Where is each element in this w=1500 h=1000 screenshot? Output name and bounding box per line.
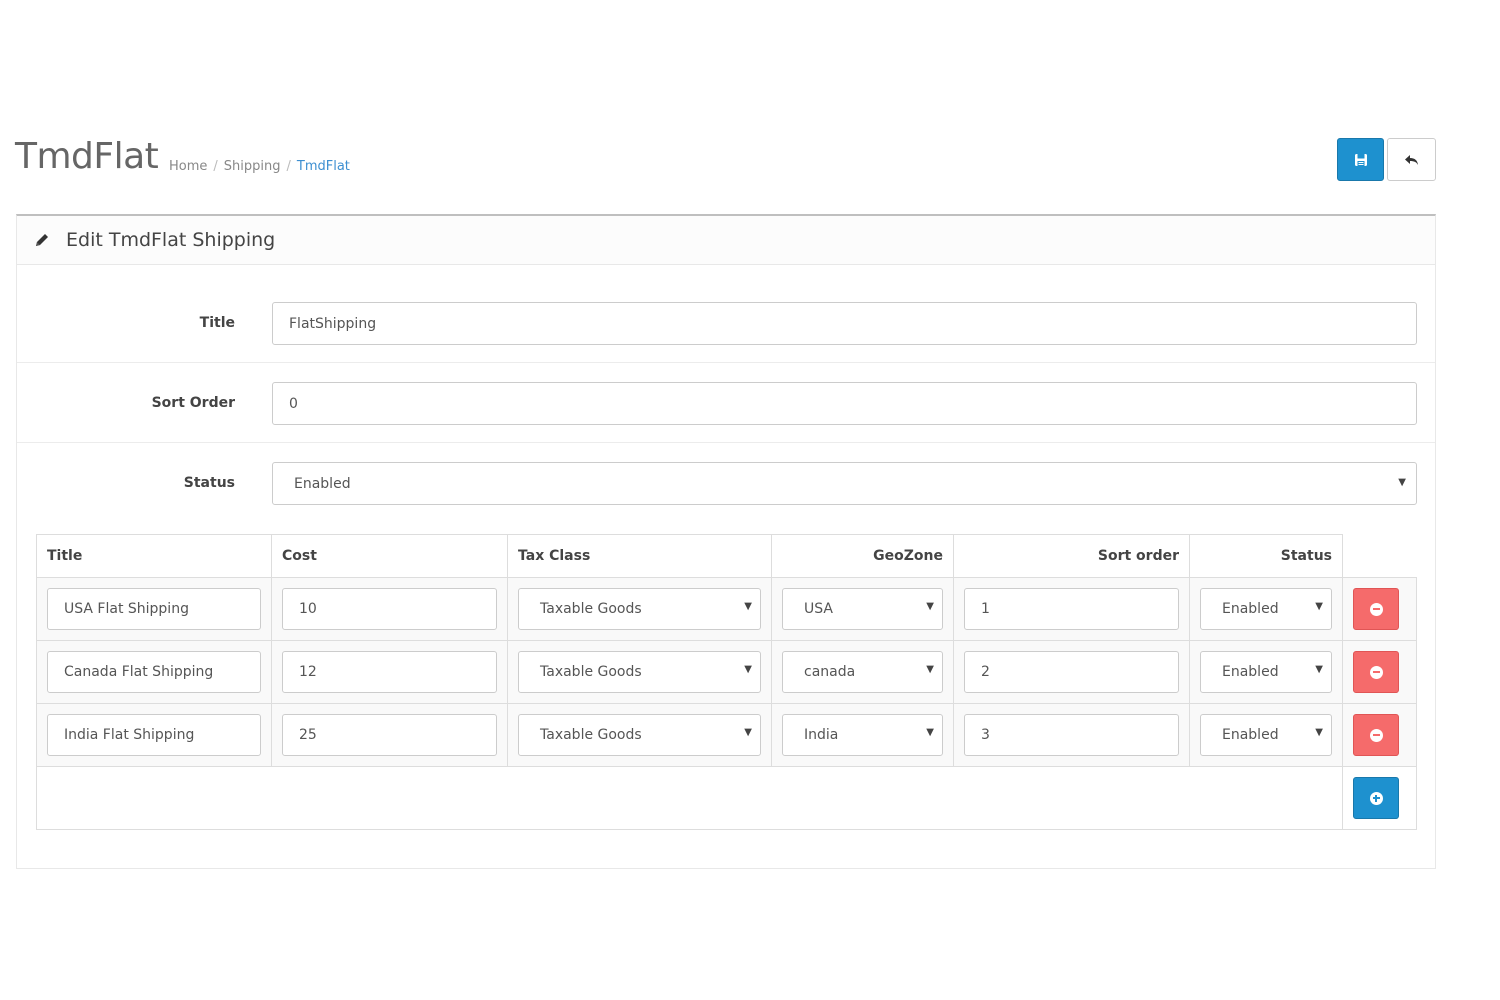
edit-panel: Edit TmdFlat Shipping Title FlatShipping… [16, 214, 1436, 869]
chevron-down-icon: ▼ [1315, 664, 1323, 675]
table-row: India Flat Shipping 25 Taxable Goods ▼ In… [36, 703, 1417, 767]
rate-status-value: Enabled [1222, 664, 1279, 680]
rate-cost-value: 25 [299, 727, 317, 743]
geozone-select[interactable]: USA ▼ [782, 588, 943, 630]
remove-row-button[interactable] [1353, 714, 1399, 756]
rate-status-select[interactable]: Enabled ▼ [1200, 588, 1332, 630]
breadcrumb-separator: / [213, 159, 218, 174]
breadcrumb: Home / Shipping / TmdFlat [169, 159, 350, 174]
rate-sort-order-value: 1 [981, 601, 990, 617]
sort-order-form-group: Sort Order 0 [17, 363, 1435, 443]
column-header-action [1342, 534, 1417, 578]
tax-class-select[interactable]: Taxable Goods ▼ [518, 588, 761, 630]
back-button[interactable] [1387, 138, 1436, 181]
chevron-down-icon: ▼ [1398, 477, 1406, 488]
shipping-rates-table: Title Cost Tax Class GeoZone Sort order … [36, 534, 1417, 830]
chevron-down-icon: ▼ [744, 664, 752, 675]
remove-row-button[interactable] [1353, 651, 1399, 693]
rate-title-value: India Flat Shipping [64, 727, 195, 743]
rate-title-value: Canada Flat Shipping [64, 664, 214, 680]
geozone-select[interactable]: canada ▼ [782, 651, 943, 693]
column-header-sort-order: Sort order [953, 534, 1190, 578]
rate-title-input[interactable]: Canada Flat Shipping [47, 651, 261, 693]
reply-arrow-icon [1404, 154, 1418, 165]
remove-row-button[interactable] [1353, 588, 1399, 630]
chevron-down-icon: ▼ [1315, 601, 1323, 612]
rate-status-select[interactable]: Enabled ▼ [1200, 651, 1332, 693]
status-select-value: Enabled [294, 475, 351, 492]
sort-order-input-value: 0 [289, 395, 298, 412]
table-header-row: Title Cost Tax Class GeoZone Sort order … [36, 534, 1417, 578]
rate-sort-order-input[interactable]: 1 [964, 588, 1179, 630]
rate-status-value: Enabled [1222, 727, 1279, 743]
rate-cost-input[interactable]: 10 [282, 588, 497, 630]
status-form-group: Status Enabled ▼ [17, 443, 1435, 523]
column-header-status: Status [1189, 534, 1343, 578]
minus-circle-icon [1369, 728, 1383, 742]
status-label: Status [183, 475, 235, 491]
tax-class-select[interactable]: Taxable Goods ▼ [518, 651, 761, 693]
rate-title-value: USA Flat Shipping [64, 601, 189, 617]
chevron-down-icon: ▼ [1315, 727, 1323, 738]
breadcrumb-separator: / [286, 159, 291, 174]
floppy-disk-icon [1354, 153, 1367, 166]
tax-class-select[interactable]: Taxable Goods ▼ [518, 714, 761, 756]
title-form-group: Title FlatShipping [17, 265, 1435, 363]
save-button[interactable] [1337, 138, 1384, 181]
rate-cost-value: 12 [299, 664, 317, 680]
rate-status-value: Enabled [1222, 601, 1279, 617]
title-input[interactable]: FlatShipping [272, 302, 1417, 345]
table-row: USA Flat Shipping 10 Taxable Goods ▼ USA ▼… [36, 577, 1417, 641]
panel-heading: Edit TmdFlat Shipping [17, 216, 1435, 265]
title-label: Title [199, 315, 235, 331]
chevron-down-icon: ▼ [744, 601, 752, 612]
rate-status-select[interactable]: Enabled ▼ [1200, 714, 1332, 756]
column-header-geozone: GeoZone [771, 534, 954, 578]
rate-sort-order-value: 2 [981, 664, 990, 680]
chevron-down-icon: ▼ [926, 664, 934, 675]
rate-cost-input[interactable]: 12 [282, 651, 497, 693]
chevron-down-icon: ▼ [926, 601, 934, 612]
table-row: Canada Flat Shipping 12 Taxable Goods ▼ c… [36, 640, 1417, 704]
rate-title-input[interactable]: USA Flat Shipping [47, 588, 261, 630]
sort-order-label: Sort Order [151, 395, 235, 411]
table-footer-row [36, 766, 1417, 830]
minus-circle-icon [1369, 602, 1383, 616]
rate-cost-value: 10 [299, 601, 317, 617]
rate-sort-order-input[interactable]: 3 [964, 714, 1179, 756]
geozone-value: India [804, 727, 839, 743]
tax-class-value: Taxable Goods [540, 601, 642, 617]
rate-title-input[interactable]: India Flat Shipping [47, 714, 261, 756]
breadcrumb-current[interactable]: TmdFlat [297, 159, 350, 174]
panel-title: Edit TmdFlat Shipping [66, 229, 276, 251]
minus-circle-icon [1369, 665, 1383, 679]
pencil-icon [36, 234, 48, 246]
sort-order-input[interactable]: 0 [272, 382, 1417, 425]
geozone-value: canada [804, 664, 856, 680]
breadcrumb-home[interactable]: Home [169, 159, 207, 174]
chevron-down-icon: ▼ [744, 727, 752, 738]
breadcrumb-shipping[interactable]: Shipping [224, 159, 281, 174]
chevron-down-icon: ▼ [926, 727, 934, 738]
rate-sort-order-value: 3 [981, 727, 990, 743]
tax-class-value: Taxable Goods [540, 664, 642, 680]
column-header-tax-class: Tax Class [507, 534, 772, 578]
title-input-value: FlatShipping [289, 315, 377, 332]
geozone-value: USA [804, 601, 833, 617]
column-header-cost: Cost [271, 534, 508, 578]
rate-sort-order-input[interactable]: 2 [964, 651, 1179, 693]
tax-class-value: Taxable Goods [540, 727, 642, 743]
status-select[interactable]: Enabled ▼ [272, 462, 1417, 505]
rate-cost-input[interactable]: 25 [282, 714, 497, 756]
add-row-button[interactable] [1353, 777, 1399, 819]
geozone-select[interactable]: India ▼ [782, 714, 943, 756]
page-title: TmdFlat [15, 136, 159, 177]
plus-circle-icon [1369, 791, 1383, 805]
column-header-title: Title [36, 534, 272, 578]
